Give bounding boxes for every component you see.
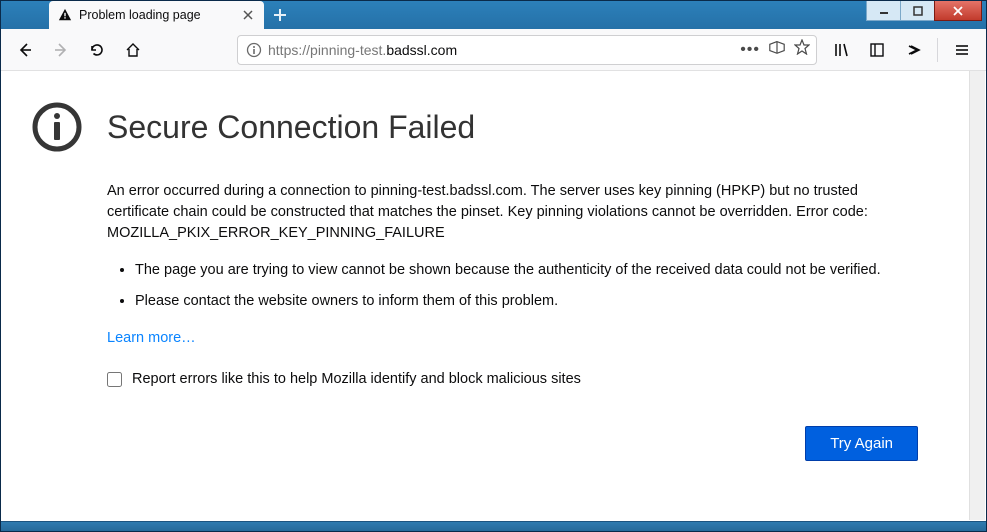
bookmark-star-icon[interactable] [794, 39, 810, 60]
app-menu-button[interactable] [946, 34, 978, 66]
tab-strip: Problem loading page [1, 1, 986, 29]
library-button[interactable] [825, 34, 857, 66]
url-bar[interactable]: https://pinning-test.badssl.com ••• [237, 35, 817, 65]
error-bullet: The page you are trying to view cannot b… [135, 260, 887, 281]
error-bullet: Please contact the website owners to inf… [135, 291, 887, 312]
url-host: badssl.com [386, 42, 457, 58]
report-errors-label: Report errors like this to help Mozilla … [132, 369, 581, 390]
reader-mode-icon[interactable] [768, 39, 786, 60]
warning-icon [57, 7, 73, 23]
tab-title: Problem loading page [79, 8, 240, 22]
forward-button[interactable] [45, 34, 77, 66]
home-button[interactable] [117, 34, 149, 66]
navigation-toolbar: https://pinning-test.badssl.com ••• [1, 29, 986, 71]
url-subdomain: pinning-test. [310, 42, 386, 58]
window-bottom-frame [1, 521, 986, 531]
page-content: Secure Connection Failed An error occurr… [1, 71, 986, 521]
new-tab-button[interactable] [266, 1, 294, 29]
reload-button[interactable] [81, 34, 113, 66]
page-actions: ••• [740, 39, 810, 60]
report-errors-row: Report errors like this to help Mozilla … [107, 369, 938, 390]
overflow-menu-button[interactable] [897, 34, 929, 66]
tab-active[interactable]: Problem loading page [49, 1, 264, 29]
tab-close-button[interactable] [240, 7, 256, 23]
vertical-scrollbar[interactable] [969, 71, 985, 520]
sidebar-button[interactable] [861, 34, 893, 66]
url-text: https://pinning-test.badssl.com [268, 42, 740, 58]
identity-info-icon[interactable] [244, 40, 264, 60]
back-button[interactable] [9, 34, 41, 66]
page-actions-menu-icon[interactable]: ••• [740, 41, 760, 59]
learn-more-link[interactable]: Learn more… [107, 328, 196, 349]
url-scheme: https:// [268, 42, 310, 58]
try-again-button[interactable]: Try Again [805, 426, 918, 461]
error-description: An error occurred during a connection to… [107, 181, 887, 244]
error-title: Secure Connection Failed [107, 104, 475, 150]
error-bullet-list: The page you are trying to view cannot b… [107, 260, 887, 312]
error-info-icon [31, 101, 83, 153]
browser-window: Problem loading page [0, 0, 987, 532]
report-errors-checkbox[interactable] [107, 372, 122, 387]
titlebar: Problem loading page [1, 1, 986, 29]
